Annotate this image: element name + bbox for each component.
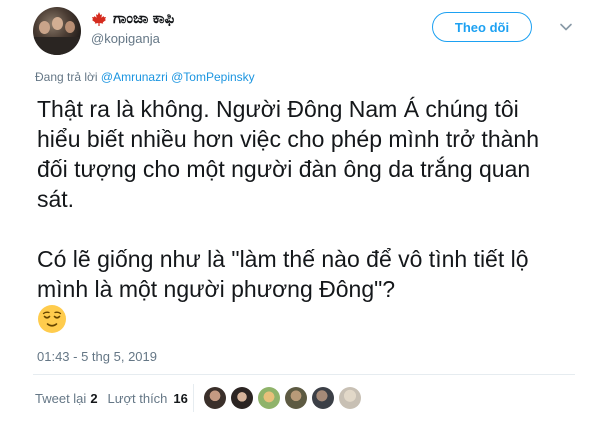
liker-avatar[interactable]: [285, 387, 307, 409]
stats-divider: [193, 384, 194, 412]
mention-link-amrunazri[interactable]: @Amrunazri: [101, 70, 168, 84]
reply-context: Đang trả lời @Amrunazri @TomPepinsky: [35, 70, 255, 84]
tweet-text: Thật ra là không. Người Đông Nam Á chúng…: [37, 94, 567, 304]
liker-avatar[interactable]: [339, 387, 361, 409]
author-name-row[interactable]: ಗಾಂಜಾ ಕಾಫಿ: [91, 10, 174, 27]
likes-count[interactable]: 16: [173, 391, 187, 406]
relieved-face-icon: [38, 305, 66, 333]
liker-avatar[interactable]: [312, 387, 334, 409]
mention-link-tompepinsky[interactable]: @TomPepinsky: [171, 70, 255, 84]
retweets-count[interactable]: 2: [90, 391, 97, 406]
author-display-name: ಗಾಂಜಾ ಕಾಫಿ: [113, 10, 175, 27]
author-avatar[interactable]: [33, 7, 81, 55]
maple-leaf-icon: [92, 11, 106, 26]
tweet-paragraph: Có lẽ giống như là "làm thế nào để vô tì…: [37, 246, 529, 302]
likers-list: [204, 387, 366, 409]
liker-avatar[interactable]: [258, 387, 280, 409]
tweet-paragraph: Thật ra là không. Người Đông Nam Á chúng…: [37, 96, 539, 212]
divider: [33, 374, 575, 375]
liker-avatar[interactable]: [204, 387, 226, 409]
tweet-stats: Tweet lại 2 Lượt thích 16: [35, 391, 188, 406]
tweet-header: ಗಾಂಜಾ ಕಾಫಿ @kopiganja Theo dõi: [0, 0, 600, 64]
chevron-down-icon[interactable]: [559, 20, 573, 34]
retweets-label[interactable]: Tweet lại: [35, 391, 86, 406]
follow-button[interactable]: Theo dõi: [432, 12, 532, 42]
likes-label[interactable]: Lượt thích: [108, 391, 168, 406]
liker-avatar[interactable]: [231, 387, 253, 409]
reply-prefix: Đang trả lời: [35, 70, 101, 84]
author-handle[interactable]: @kopiganja: [91, 31, 160, 46]
tweet-timestamp[interactable]: 01:43 - 5 thg 5, 2019: [37, 349, 157, 364]
